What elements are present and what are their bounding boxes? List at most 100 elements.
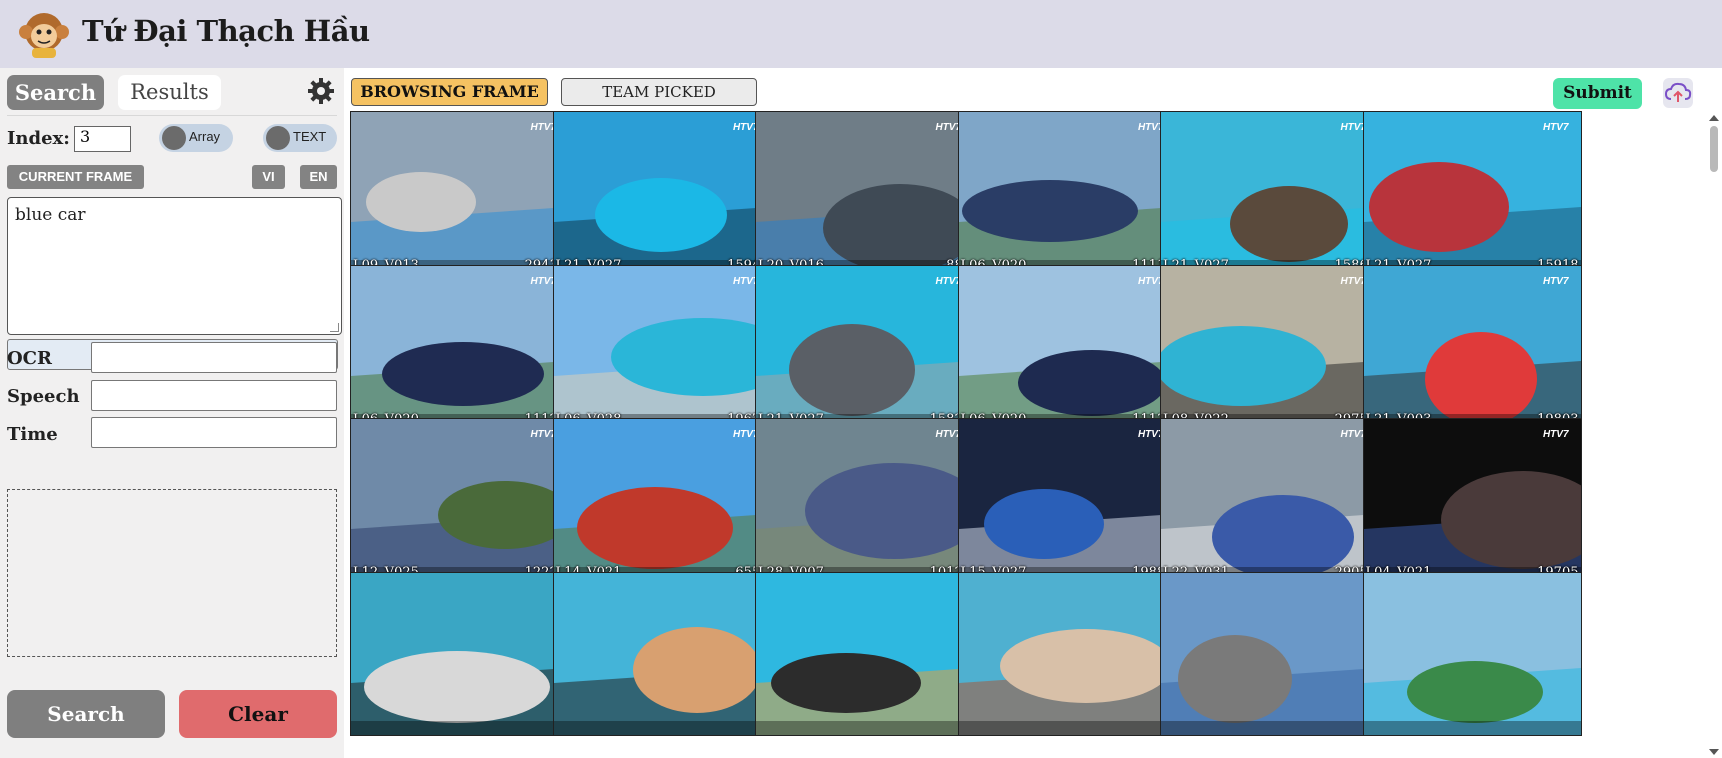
frame-image [1363, 572, 1581, 735]
gear-icon[interactable] [306, 76, 336, 106]
frame-image [958, 419, 1176, 581]
text-toggle-label: TEXT [293, 129, 327, 144]
frame-thumbnail[interactable] [957, 571, 1177, 736]
frame-thumbnail[interactable] [755, 571, 974, 736]
array-toggle-label: Array [189, 129, 221, 144]
results-panel: BROWSING FRAME TEAM PICKED Submit HTV7L0… [344, 68, 1722, 758]
app-header: Tứ Đại Thạch Hầu [0, 0, 1722, 68]
frame-image [1363, 112, 1581, 274]
frame-image [756, 112, 973, 274]
frame-thumbnail[interactable] [552, 571, 772, 736]
frame-image [1363, 265, 1581, 428]
frame-thumbnail[interactable] [1362, 571, 1582, 736]
speech-input[interactable] [91, 380, 337, 411]
frame-image [958, 265, 1176, 428]
clear-button[interactable]: Clear [179, 690, 337, 738]
search-sidebar: Search Results Index: 3 Array TEXT CURRE… [0, 68, 344, 758]
lang-vi-button[interactable]: VI [252, 165, 285, 189]
frame-thumbnail[interactable]: HTV7L21_V02715946 [552, 111, 772, 275]
scroll-down-icon[interactable] [1707, 746, 1721, 758]
channel-logo-icon: HTV7 [530, 429, 556, 440]
channel-logo-icon: HTV7 [732, 122, 759, 133]
frame-image [1161, 419, 1378, 581]
frame-image [351, 419, 568, 581]
frame-thumbnail[interactable]: HTV7L06_V02819677 [552, 264, 772, 429]
channel-logo-icon: HTV7 [1137, 275, 1164, 287]
frame-image [351, 572, 568, 735]
frame-image [1161, 112, 1378, 274]
query-text: blue car [15, 205, 86, 225]
channel-logo-icon: HTV7 [1542, 275, 1569, 287]
frame-thumbnail[interactable]: HTV7L15_V02719880 [957, 418, 1177, 582]
frame-image [553, 572, 771, 735]
frame-image [1161, 265, 1378, 428]
channel-logo-icon: HTV7 [935, 122, 961, 133]
index-label: Index: [7, 128, 70, 149]
frame-thumbnail[interactable] [350, 571, 569, 736]
frame-thumbnail[interactable]: HTV7L28_V00710129 [755, 418, 974, 582]
frame-thumbnail[interactable]: HTV7L21_V00319803 [1362, 264, 1582, 429]
frame-thumbnail[interactable]: HTV7L21_V02715820 [755, 264, 974, 429]
frame-image [958, 112, 1176, 274]
current-frame-button[interactable]: CURRENT FRAME [7, 165, 144, 189]
scroll-up-icon[interactable] [1707, 112, 1721, 124]
frame-thumbnail[interactable]: HTV7L09_V01329435 [350, 111, 569, 275]
cloud-upload-icon[interactable] [1663, 78, 1693, 108]
frame-thumbnail[interactable]: HTV7L06_V02011116 [957, 111, 1177, 275]
channel-logo-icon: HTV7 [1340, 275, 1366, 287]
channel-logo-icon: HTV7 [1340, 122, 1366, 133]
channel-logo-icon: HTV7 [732, 275, 759, 287]
resize-handle-icon[interactable] [330, 323, 339, 332]
channel-logo-icon: HTV7 [935, 275, 961, 287]
ocr-input[interactable] [91, 342, 337, 373]
frame-thumbnail[interactable]: HTV7L21_V02715918 [1362, 111, 1582, 275]
time-label: Time [7, 424, 58, 445]
array-toggle[interactable]: Array [159, 124, 233, 152]
frame-thumbnail[interactable]: HTV7L21_V02715862 [1160, 111, 1379, 275]
frame-thumbnail[interactable]: HTV7L06_V02011123 [350, 264, 569, 429]
scrollbar[interactable] [1707, 112, 1721, 758]
frame-image [756, 419, 973, 581]
channel-logo-icon: HTV7 [530, 275, 556, 287]
team-picked-button[interactable]: TEAM PICKED [561, 78, 757, 106]
frame-thumbnail[interactable]: HTV7L14_V0216552 [552, 418, 772, 582]
toggle-knob [162, 126, 186, 150]
frame-thumbnail[interactable]: HTV7L22_V03129050 [1160, 418, 1379, 582]
frame-image [553, 112, 771, 274]
channel-logo-icon: HTV7 [1340, 429, 1366, 440]
frame-image [756, 265, 973, 428]
frame-thumbnail[interactable] [1160, 571, 1379, 736]
browsing-frame-button[interactable]: BROWSING FRAME [351, 78, 548, 106]
frame-image [958, 572, 1176, 735]
tab-results[interactable]: Results [118, 75, 221, 110]
drop-area[interactable] [7, 489, 337, 657]
text-toggle[interactable]: TEXT [263, 124, 337, 152]
frame-thumbnail[interactable]: HTV7L20_V016882 [755, 111, 974, 275]
submit-button[interactable]: Submit [1553, 78, 1642, 109]
search-button[interactable]: Search [7, 690, 165, 738]
lang-en-button[interactable]: EN [300, 165, 337, 189]
channel-logo-icon: HTV7 [1542, 122, 1569, 133]
channel-logo-icon: HTV7 [1542, 429, 1569, 440]
ocr-label: OCR [7, 348, 52, 369]
time-input[interactable] [91, 417, 337, 448]
frame-thumbnail[interactable]: HTV7L12_V02512222 [350, 418, 569, 582]
frame-thumbnail[interactable]: HTV7L08_V02229757 [1160, 264, 1379, 429]
frame-thumbnail[interactable]: HTV7L04_V02119705 [1362, 418, 1582, 582]
scroll-thumb[interactable] [1710, 126, 1718, 172]
toggle-knob [266, 126, 290, 150]
index-input[interactable]: 3 [74, 126, 131, 152]
speech-label: Speech [7, 386, 80, 407]
frame-thumbnail[interactable]: HTV7L06_V02011130 [957, 264, 1177, 429]
query-textarea[interactable]: blue car [7, 197, 342, 335]
frame-image [553, 265, 771, 428]
tab-search[interactable]: Search [7, 75, 104, 110]
monkey-logo-icon [19, 13, 69, 58]
channel-logo-icon: HTV7 [1137, 429, 1164, 440]
channel-logo-icon: HTV7 [530, 122, 556, 133]
frame-image [351, 265, 568, 428]
app-title: Tứ Đại Thạch Hầu [82, 14, 370, 48]
frame-image [553, 419, 771, 581]
sidebar-divider [7, 115, 337, 116]
frame-image [351, 112, 568, 274]
